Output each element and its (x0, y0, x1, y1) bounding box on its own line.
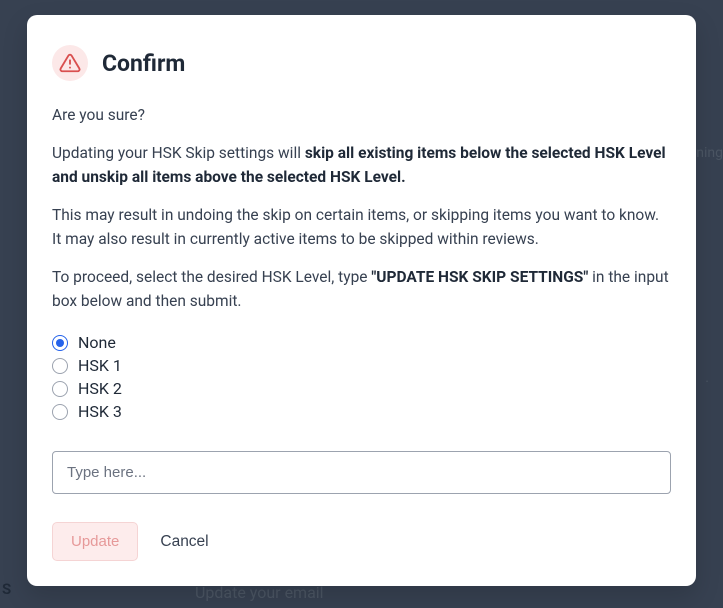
confirm-description-1: Updating your HSK Skip settings will ski… (52, 141, 671, 189)
radio-label: HSK 3 (78, 402, 122, 421)
modal-title: Confirm (102, 50, 185, 77)
radio-option-hsk1[interactable]: HSK 1 (52, 356, 671, 375)
confirm-modal: Confirm Are you sure? Updating your HSK … (27, 15, 696, 586)
radio-input[interactable] (52, 381, 68, 397)
modal-actions: Update Cancel (52, 522, 671, 561)
background-text: S (2, 580, 12, 598)
radio-input[interactable] (52, 404, 68, 420)
radio-input[interactable] (52, 358, 68, 374)
radio-option-hsk2[interactable]: HSK 2 (52, 379, 671, 398)
warning-icon (52, 45, 88, 81)
confirm-instruction: To proceed, select the desired HSK Level… (52, 265, 671, 313)
modal-body: Are you sure? Updating your HSK Skip set… (52, 103, 671, 561)
cancel-button[interactable]: Cancel (160, 533, 208, 551)
radio-label: None (78, 333, 116, 352)
radio-label: HSK 1 (78, 356, 122, 375)
confirmation-text-input[interactable] (52, 451, 671, 494)
confirm-description-2: This may result in undoing the skip on c… (52, 203, 671, 251)
radio-option-none[interactable]: None (52, 333, 671, 352)
modal-header: Confirm (52, 45, 671, 81)
background-text: ning (696, 145, 723, 161)
radio-label: HSK 2 (78, 379, 122, 398)
background-text: . (705, 370, 709, 386)
radio-option-hsk3[interactable]: HSK 3 (52, 402, 671, 421)
update-button[interactable]: Update (52, 522, 138, 561)
confirm-question: Are you sure? (52, 103, 671, 127)
hsk-level-radio-group: None HSK 1 HSK 2 HSK 3 (52, 333, 671, 421)
radio-input[interactable] (52, 335, 68, 351)
